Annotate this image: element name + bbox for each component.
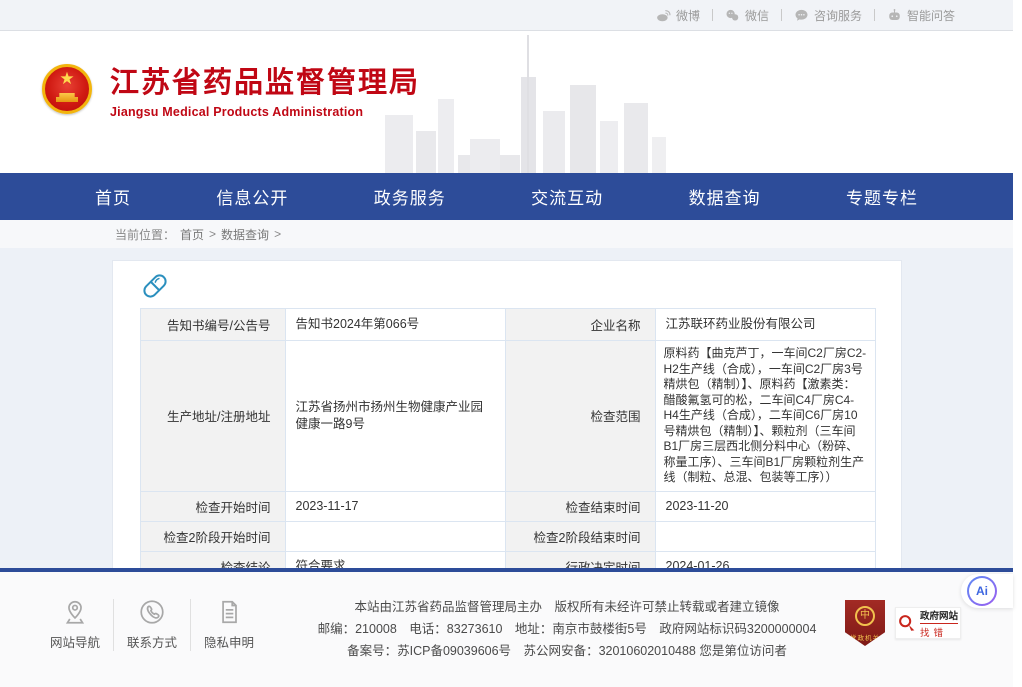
- field-label-notice-no: 告知书编号/公告号: [140, 309, 285, 341]
- divider: [781, 9, 782, 21]
- field-value-end-date: 2023-11-20: [655, 491, 875, 521]
- field-label-scope: 检查范围: [505, 341, 655, 492]
- footer-line-icp: 备案号：苏ICP备09039606号 苏公网安备：32010602010488 …: [317, 640, 817, 662]
- main-nav: 首页 信息公开 政务服务 交流互动 数据查询 专题专栏: [0, 173, 1013, 220]
- nav-item-special-topics[interactable]: 专题专栏: [846, 184, 918, 209]
- breadcrumb-home[interactable]: 首页: [180, 226, 204, 243]
- brand: ★ 江苏省药品监督管理局 Jiangsu Medical Products Ad…: [42, 59, 420, 119]
- agency-titles: 江苏省药品监督管理局 Jiangsu Medical Products Admi…: [110, 59, 420, 119]
- privacy-link[interactable]: 隐私申明: [199, 598, 259, 651]
- divider: [712, 9, 713, 21]
- agency-title-cn: 江苏省药品监督管理局: [110, 59, 420, 101]
- nav-item-home[interactable]: 首页: [95, 184, 131, 209]
- breadcrumb-data-query[interactable]: 数据查询: [221, 226, 269, 243]
- site-header: ★ 江苏省药品监督管理局 Jiangsu Medical Products Ad…: [0, 31, 1013, 173]
- error-badge-text: 政府网站 找错: [920, 608, 958, 639]
- field-value-scope: 原料药【曲克芦丁，一车间C2厂房C2-H2生产线（合成），一车间C2厂房3号精烘…: [655, 341, 875, 492]
- error-badge-title: 政府网站: [920, 608, 958, 624]
- shield-emblem-icon: 中: [855, 606, 875, 626]
- wechat-icon: [725, 8, 740, 23]
- footer-text: 本站由江苏省药品监督管理局主办 版权所有未经许可禁止转载或者建立镜像 邮编：21…: [317, 596, 817, 662]
- magnifier-icon: [896, 612, 918, 634]
- shield-badge-label: 党政机关: [845, 632, 885, 642]
- field-label-phase2-end: 检查2阶段结束时间: [505, 521, 655, 551]
- error-badge-sub: 找错: [920, 625, 958, 639]
- table-row: 告知书编号/公告号 告知书2024年第066号 企业名称 江苏联环药业股份有限公…: [140, 309, 875, 341]
- field-label-start-date: 检查开始时间: [140, 491, 285, 521]
- robot-icon: [887, 8, 902, 23]
- agency-title-en: Jiangsu Medical Products Administration: [110, 105, 420, 119]
- phone-icon: [138, 598, 166, 626]
- site-map-label: 网站导航: [50, 632, 100, 651]
- map-pin-icon: [61, 598, 89, 626]
- nav-item-interaction[interactable]: 交流互动: [531, 184, 603, 209]
- table-row: 生产地址/注册地址 江苏省扬州市扬州生物健康产业园健康一路9号 检查范围 原料药…: [140, 341, 875, 492]
- contact-label: 联系方式: [127, 632, 177, 651]
- weibo-icon: [656, 8, 671, 23]
- gov-shield-badge[interactable]: 中 党政机关: [845, 600, 885, 646]
- divider: [190, 599, 191, 651]
- wechat-label: 微信: [745, 7, 769, 24]
- smart-qa-label: 智能问答: [907, 7, 955, 24]
- field-value-company: 江苏联环药业股份有限公司: [655, 309, 875, 341]
- contact-link[interactable]: 联系方式: [122, 598, 182, 651]
- divider: [113, 599, 114, 651]
- footer-links: 网站导航 联系方式 隐私申明: [45, 598, 259, 651]
- document-icon: [215, 598, 243, 626]
- field-value-phase2-end: [655, 521, 875, 551]
- page: 微博 微信 咨询服务 智能问答: [0, 0, 1013, 687]
- consult-service-link[interactable]: 咨询服务: [794, 7, 862, 24]
- smart-qa-link[interactable]: 智能问答: [887, 7, 955, 24]
- wechat-link[interactable]: 微信: [725, 7, 769, 24]
- site-map-link[interactable]: 网站导航: [45, 598, 105, 651]
- privacy-label: 隐私申明: [204, 632, 254, 651]
- nav-item-data-query[interactable]: 数据查询: [689, 184, 761, 209]
- site-footer: 网站导航 联系方式 隐私申明 本站由江苏省药品监督管理局主办 版权所有未经许可禁…: [0, 568, 1013, 687]
- weibo-link[interactable]: 微博: [656, 7, 700, 24]
- table-row: 检查开始时间 2023-11-17 检查结束时间 2023-11-20: [140, 491, 875, 521]
- footer-line-host: 本站由江苏省药品监督管理局主办 版权所有未经许可禁止转载或者建立镜像: [317, 596, 817, 618]
- nav-item-info-disclosure[interactable]: 信息公开: [216, 184, 288, 209]
- star-icon: ★: [45, 70, 89, 87]
- ai-assistant-button[interactable]: Ai: [967, 576, 997, 606]
- field-value-start-date: 2023-11-17: [285, 491, 505, 521]
- topbar: 微博 微信 咨询服务 智能问答: [0, 0, 1013, 31]
- breadcrumb-separator: >: [209, 227, 216, 241]
- breadcrumb: 当前位置： 首页 > 数据查询 >: [0, 220, 1013, 248]
- weibo-label: 微博: [676, 7, 700, 24]
- field-label-phase2-start: 检查2阶段开始时间: [140, 521, 285, 551]
- national-emblem-logo: ★: [42, 64, 92, 114]
- pill-capsule-icon: [140, 271, 874, 306]
- table-row: 检查2阶段开始时间 检查2阶段结束时间: [140, 521, 875, 551]
- field-value-notice-no: 告知书2024年第066号: [285, 309, 505, 341]
- footer-line-contact: 邮编：210008 电话：83273610 地址：南京市鼓楼街5号 政府网站标识…: [317, 618, 817, 640]
- chat-bubble-icon: [794, 8, 809, 23]
- field-label-address: 生产地址/注册地址: [140, 341, 285, 492]
- field-label-company: 企业名称: [505, 309, 655, 341]
- field-value-phase2-start: [285, 521, 505, 551]
- divider: [874, 9, 875, 21]
- breadcrumb-separator: >: [274, 227, 281, 241]
- field-label-end-date: 检查结束时间: [505, 491, 655, 521]
- breadcrumb-prefix: 当前位置：: [115, 226, 175, 243]
- ai-button-label: Ai: [969, 578, 995, 604]
- field-value-address: 江苏省扬州市扬州生物健康产业园健康一路9号: [285, 341, 505, 492]
- content-area: 告知书编号/公告号 告知书2024年第066号 企业名称 江苏联环药业股份有限公…: [0, 248, 1013, 568]
- nav-item-gov-services[interactable]: 政务服务: [374, 184, 446, 209]
- gov-site-error-report-badge[interactable]: 政府网站 找错: [895, 607, 961, 639]
- gate-icon: [56, 93, 78, 102]
- consult-service-label: 咨询服务: [814, 7, 862, 24]
- inspection-record-table: 告知书编号/公告号 告知书2024年第066号 企业名称 江苏联环药业股份有限公…: [140, 308, 876, 612]
- footer-badges: 中 党政机关 政府网站 找错: [845, 600, 961, 646]
